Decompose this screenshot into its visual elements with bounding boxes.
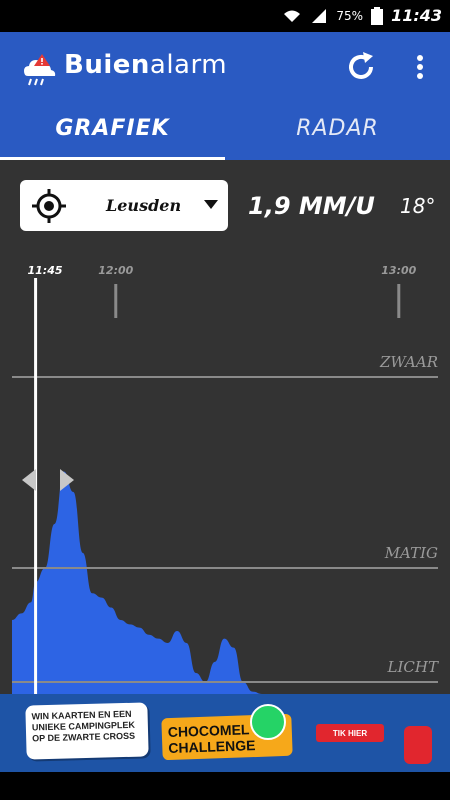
location-name: Leusden (106, 196, 182, 215)
app-bar: Buienalarm GRAFIEK RADAR (0, 32, 450, 160)
time-label-1200: 12:00 (98, 264, 133, 277)
drink-bottle-icon (404, 726, 432, 764)
intensity-label-zwaar: ZWAAR (379, 353, 438, 371)
status-icons: 75% 11:43 (282, 6, 442, 25)
rain-area (12, 471, 262, 694)
app-title: Buienalarm (64, 50, 227, 80)
signal-icon (312, 8, 327, 23)
whatsapp-icon (250, 704, 286, 740)
rain-chart[interactable]: ZWAAR MATIG LICHT 11:45 12:00 13:00 (0, 160, 450, 694)
cloud-alert-logo-icon (24, 54, 56, 86)
ad-cta-button[interactable]: TIK HIER (316, 724, 384, 742)
intensity-label-matig: MATIG (384, 544, 438, 562)
bottom-bar (0, 772, 450, 800)
app-title-light: alarm (149, 50, 228, 80)
refresh-icon[interactable] (344, 50, 378, 84)
ad-headline: WIN KAARTEN EN EEN UNIEKE CAMPINGPLEK OP… (31, 708, 136, 744)
time-label-1145: 11:45 (28, 264, 63, 277)
wifi-icon (284, 10, 301, 22)
intensity-label-licht: LICHT (387, 658, 439, 676)
dropdown-arrow-icon (204, 200, 218, 209)
tab-bar: GRAFIEK RADAR (0, 96, 450, 160)
scrub-left-arrow-icon (22, 469, 36, 491)
location-selector[interactable]: Leusden (20, 180, 228, 231)
ad-banner[interactable]: WIN KAARTEN EN EEN UNIEKE CAMPINGPLEK OP… (0, 694, 450, 772)
rain-rate: 1,9 MM/U (248, 192, 375, 220)
app-title-bold: Buien (64, 50, 150, 80)
more-options-icon[interactable] (410, 52, 430, 82)
ad-headline-card: WIN KAARTEN EN EEN UNIEKE CAMPINGPLEK OP… (25, 702, 149, 760)
battery-percent: 75% (336, 8, 364, 23)
clock: 11:43 (391, 6, 442, 25)
temperature: 18° (400, 194, 436, 218)
tab-grafiek[interactable]: GRAFIEK (0, 96, 225, 160)
crosshair-icon (32, 189, 66, 223)
status-bar: 75% 11:43 (0, 0, 450, 32)
tab-radar[interactable]: RADAR (225, 96, 450, 160)
graph-panel: ZWAAR MATIG LICHT 11:45 12:00 13:00 Leusden 1… (0, 160, 450, 694)
time-label-1300: 13:00 (381, 264, 416, 277)
battery-icon (371, 6, 384, 25)
